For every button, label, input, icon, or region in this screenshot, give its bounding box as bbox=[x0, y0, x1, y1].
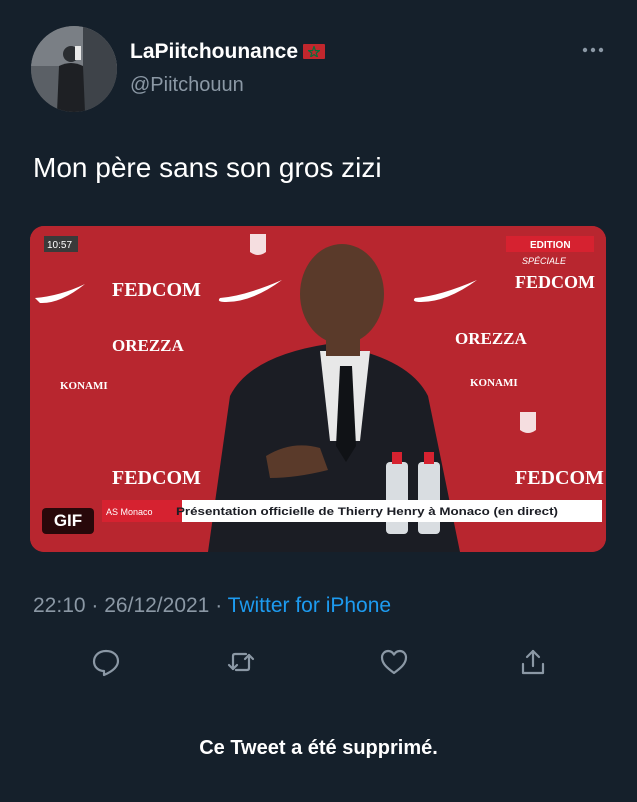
gif-badge: GIF bbox=[42, 508, 94, 534]
sponsor-orezza-2: OREZZA bbox=[455, 329, 528, 348]
tweet-source-link[interactable]: Twitter for iPhone bbox=[228, 594, 391, 617]
tweet-date[interactable]: 26/12/2021 bbox=[104, 594, 209, 617]
club-crest-right bbox=[520, 412, 536, 433]
tweet-deleted-notice: Ce Tweet a été supprimé. bbox=[199, 737, 438, 759]
sponsor-fedcom-3: FEDCOM bbox=[112, 467, 201, 489]
press-conference-scene: FEDCOM OREZZA OREZZA FEDCOM FEDCOM FEDCO… bbox=[30, 226, 606, 552]
morocco-flag-icon bbox=[303, 44, 326, 59]
sponsor-fedcom-2: FEDCOM bbox=[515, 272, 595, 292]
author-handle[interactable]: @Piitchouun bbox=[130, 74, 244, 97]
tweet-metadata: 22:10 · 26/12/2021 · Twitter for iPhone bbox=[33, 594, 391, 618]
tweet-time[interactable]: 22:10 bbox=[33, 594, 86, 617]
tweet-media-gif[interactable]: FEDCOM OREZZA OREZZA FEDCOM FEDCOM FEDCO… bbox=[30, 226, 606, 552]
like-icon[interactable] bbox=[376, 644, 412, 680]
meta-separator: · bbox=[91, 594, 99, 617]
club-crest-top bbox=[250, 234, 266, 255]
sponsor-orezza-1: OREZZA bbox=[112, 336, 185, 355]
edition-label: EDITION bbox=[530, 240, 571, 251]
reply-icon[interactable] bbox=[88, 644, 124, 680]
retweet-icon[interactable] bbox=[223, 644, 259, 680]
avatar[interactable] bbox=[31, 26, 117, 112]
sponsor-konami-2: KONAMI bbox=[470, 377, 518, 389]
ticker-headline: Présentation officielle de Thierry Henry… bbox=[176, 506, 558, 518]
more-options-icon[interactable] bbox=[578, 40, 608, 60]
tweet-text: Mon père sans son gros zizi bbox=[33, 152, 382, 183]
sponsor-fedcom-4: FEDCOM bbox=[515, 467, 604, 489]
author-display-name[interactable]: LaPiitchounance bbox=[130, 40, 326, 64]
speciale-label: SPÉCIALE bbox=[522, 256, 567, 266]
avatar-image bbox=[31, 26, 117, 112]
share-icon[interactable] bbox=[515, 644, 551, 680]
meta-separator-2: · bbox=[215, 594, 223, 617]
tweet-card: LaPiitchounance @Piitchouun Mon père san… bbox=[0, 0, 637, 802]
author-name-text: LaPiitchounance bbox=[130, 40, 299, 63]
broadcast-clock: 10:57 bbox=[47, 240, 72, 251]
ticker-left-label: AS Monaco bbox=[106, 507, 153, 517]
sponsor-konami-1: KONAMI bbox=[60, 380, 108, 392]
sponsor-fedcom-1: FEDCOM bbox=[112, 279, 201, 301]
